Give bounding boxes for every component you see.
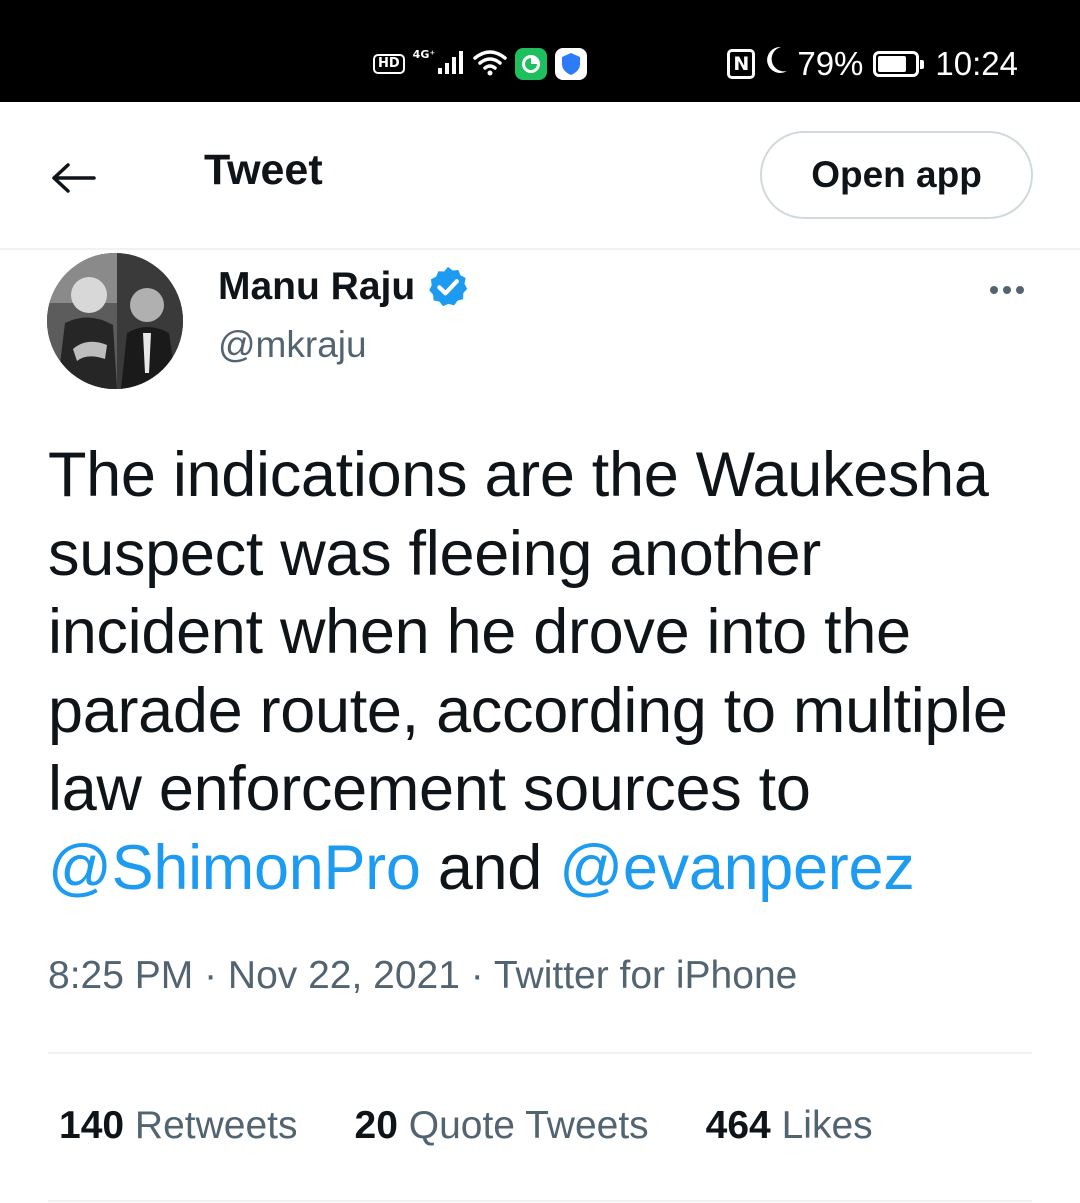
status-bar: HD 4G⁺ N 79% 10:24 bbox=[0, 0, 1080, 102]
page-title: Tweet bbox=[204, 146, 323, 194]
quotes-label: Quote Tweets bbox=[408, 1104, 649, 1147]
wifi-icon bbox=[473, 48, 507, 81]
tweet-body-text: and bbox=[420, 832, 560, 903]
mention-link[interactable]: @evanperez bbox=[559, 833, 914, 903]
status-right-icons: N 79% 10:24 bbox=[727, 44, 1018, 84]
tweet-header: Tweet Open app bbox=[0, 102, 1080, 250]
shield-app-icon bbox=[555, 48, 588, 80]
app-icon-green bbox=[515, 48, 548, 80]
author-name[interactable]: Manu Raju bbox=[218, 265, 415, 309]
battery-icon bbox=[873, 51, 925, 77]
tweet-body-text: The indications are the Waukesha suspect… bbox=[48, 440, 1008, 824]
mention-link[interactable]: @ShimonPro bbox=[48, 833, 421, 903]
retweets-label: Retweets bbox=[134, 1104, 298, 1147]
moon-icon bbox=[763, 45, 789, 83]
author-handle[interactable]: @mkraju bbox=[218, 324, 367, 366]
quote-tweets-stat[interactable]: 20 Quote Tweets bbox=[355, 1104, 649, 1148]
more-options-button[interactable] bbox=[980, 270, 1034, 310]
tweet-stats: 140 Retweets 20 Quote Tweets 464 Likes bbox=[59, 1104, 873, 1148]
dot-icon bbox=[990, 286, 998, 294]
retweets-count: 140 bbox=[59, 1104, 125, 1147]
tweet-timestamp-source[interactable]: 8:25 PM · Nov 22, 2021 · Twitter for iPh… bbox=[48, 954, 797, 998]
back-button[interactable] bbox=[46, 150, 102, 206]
divider bbox=[48, 1200, 1032, 1202]
back-arrow-icon bbox=[52, 163, 96, 193]
open-app-button[interactable]: Open app bbox=[760, 131, 1033, 219]
hd-badge: HD bbox=[373, 54, 405, 74]
author-name-row[interactable]: Manu Raju bbox=[218, 264, 471, 310]
dot-icon bbox=[1016, 286, 1024, 294]
retweets-stat[interactable]: 140 Retweets bbox=[59, 1104, 298, 1148]
divider bbox=[48, 1052, 1032, 1054]
status-left-icons: HD 4G⁺ bbox=[373, 46, 588, 82]
quotes-count: 20 bbox=[354, 1104, 398, 1147]
likes-stat[interactable]: 464 Likes bbox=[706, 1104, 873, 1148]
signal-icon bbox=[437, 49, 465, 80]
likes-count: 464 bbox=[705, 1104, 771, 1147]
avatar[interactable] bbox=[47, 253, 183, 389]
likes-label: Likes bbox=[781, 1104, 873, 1147]
verified-badge-icon bbox=[429, 266, 468, 307]
dot-icon bbox=[1003, 286, 1011, 294]
clock: 10:24 bbox=[935, 45, 1018, 82]
network-type: 4G⁺ bbox=[412, 47, 436, 61]
battery-level-fill bbox=[878, 56, 906, 72]
tweet-text: The indications are the Waukesha suspect… bbox=[48, 436, 1048, 907]
battery-percent: 79% bbox=[797, 45, 864, 82]
nfc-icon: N bbox=[727, 49, 756, 79]
